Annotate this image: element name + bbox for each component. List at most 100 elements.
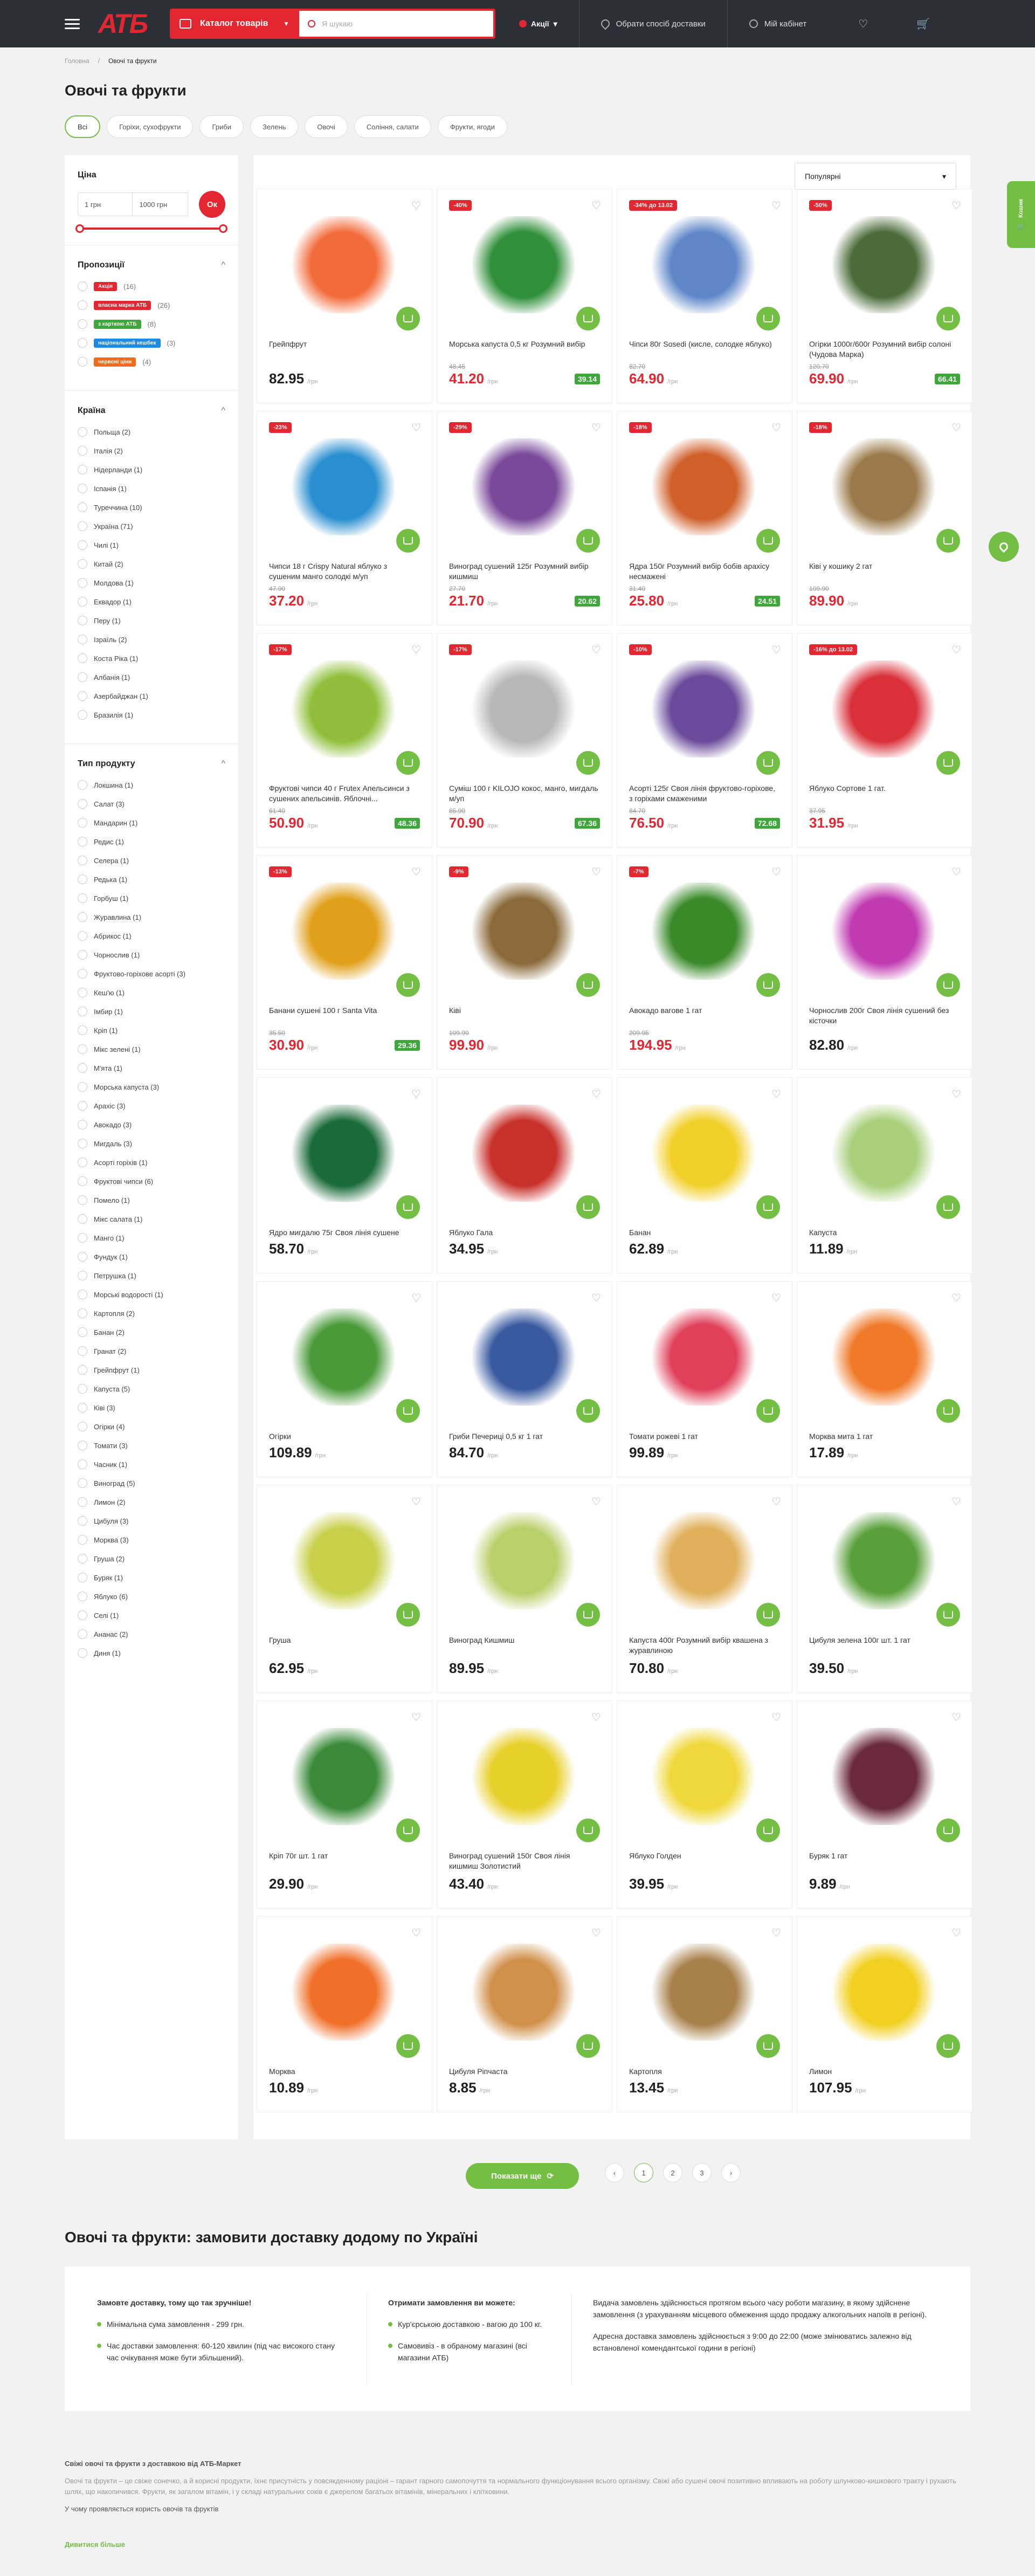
checkbox[interactable] [78, 1176, 87, 1186]
product-type-option[interactable]: Груша (2) [78, 1553, 225, 1564]
product-type-option[interactable]: Помело (1) [78, 1195, 225, 1206]
product-card[interactable]: -17% ♡ Фруктові чипси 40 г Frutex Апельсин… [257, 633, 432, 848]
country-option[interactable]: Нідерланди (1) [78, 464, 225, 475]
country-option[interactable]: Туреччина (10) [78, 502, 225, 513]
favorite-icon[interactable]: ♡ [591, 1291, 601, 1305]
add-to-cart-button[interactable] [576, 529, 600, 553]
checkbox[interactable] [78, 635, 87, 644]
product-card[interactable]: ♡ Томати рожеві 1 гат 99.89/грн [617, 1281, 792, 1477]
product-type-option[interactable]: Авокадо (3) [78, 1119, 225, 1130]
product-type-option[interactable]: Салат (3) [78, 798, 225, 809]
product-name[interactable]: Суміш 100 г KILOJO кокос, манго, мигдаль… [449, 783, 600, 804]
filter-chip[interactable]: Соління, салати [354, 115, 431, 138]
favorite-icon[interactable]: ♡ [411, 865, 421, 879]
favorite-icon[interactable]: ♡ [951, 1495, 961, 1509]
favorite-icon[interactable]: ♡ [951, 1926, 961, 1940]
product-name[interactable]: Ківі [449, 1005, 600, 1016]
favorite-icon[interactable]: ♡ [771, 865, 781, 879]
favorite-icon[interactable]: ♡ [411, 199, 421, 212]
product-type-option[interactable]: Яблуко (6) [78, 1591, 225, 1602]
slider-handle-max[interactable] [219, 224, 227, 233]
checkbox[interactable] [78, 300, 87, 310]
checkbox[interactable] [78, 931, 87, 941]
product-image[interactable] [470, 216, 577, 313]
product-card[interactable]: -9% ♡ Ківі 109.90 99.90/грн [437, 855, 612, 1070]
favorite-icon[interactable]: ♡ [951, 1291, 961, 1305]
add-to-cart-button[interactable] [576, 1195, 600, 1219]
checkbox[interactable] [78, 672, 87, 682]
product-type-option[interactable]: Мікс салата (1) [78, 1214, 225, 1224]
add-to-cart-button[interactable] [576, 1399, 600, 1423]
product-type-option[interactable]: Селі (1) [78, 1610, 225, 1621]
checkbox[interactable] [78, 1252, 87, 1262]
product-type-option[interactable]: Асорті горіхів (1) [78, 1157, 225, 1168]
product-image[interactable] [650, 1308, 757, 1406]
product-card[interactable]: ♡ Виноград сушений 150г Своя лінія кишмиш… [437, 1700, 612, 1909]
product-name[interactable]: Асорті 125г Своя лінія фруктово-горіхове… [629, 783, 780, 804]
add-to-cart-button[interactable] [756, 1195, 780, 1219]
checkbox[interactable] [78, 1365, 87, 1375]
favorite-icon[interactable]: ♡ [411, 1495, 421, 1509]
favorite-icon[interactable]: ♡ [591, 421, 601, 435]
product-name[interactable]: Морква [269, 2067, 420, 2077]
product-card[interactable]: ♡ Грейпфрут 82.95/грн [257, 189, 432, 403]
product-image[interactable] [470, 1105, 577, 1202]
checkbox[interactable] [78, 1459, 87, 1469]
page-button[interactable]: 1 [634, 2163, 653, 2182]
checkbox[interactable] [78, 691, 87, 701]
product-card[interactable]: ♡ Картопля 13.45/грн [617, 1916, 792, 2112]
checkbox[interactable] [78, 856, 87, 865]
checkbox[interactable] [78, 780, 87, 790]
product-name[interactable]: Картопля [629, 2067, 780, 2077]
checkbox[interactable] [78, 1025, 87, 1035]
product-image[interactable] [830, 216, 937, 313]
add-to-cart-button[interactable] [576, 751, 600, 775]
product-name[interactable]: Грейпфрут [269, 339, 420, 349]
product-type-option[interactable]: Огірки (4) [78, 1421, 225, 1432]
offer-option[interactable]: червоні ціни (4) [78, 356, 225, 367]
product-type-option[interactable]: Кеш'ю (1) [78, 987, 225, 998]
add-to-cart-button[interactable] [756, 529, 780, 553]
add-to-cart-button[interactable] [936, 1195, 960, 1219]
add-to-cart-button[interactable] [576, 307, 600, 330]
search-input[interactable]: Я шукаю [299, 9, 495, 39]
product-type-option[interactable]: Імбир (1) [78, 1006, 225, 1017]
product-type-option[interactable]: Буряк (1) [78, 1572, 225, 1583]
product-image[interactable] [289, 1728, 397, 1825]
product-card[interactable]: ♡ Груша 62.95/грн [257, 1485, 432, 1693]
product-card[interactable]: ♡ Капуста 11.89/грн [797, 1077, 972, 1273]
checkbox[interactable] [78, 559, 87, 569]
product-name[interactable]: Буряк 1 гат [809, 1851, 960, 1861]
favorite-icon[interactable]: ♡ [591, 643, 601, 657]
chevron-up-icon[interactable]: ^ [221, 406, 225, 416]
checkbox[interactable] [78, 578, 87, 588]
product-card[interactable]: ♡ Яблуко Гала 34.95/грн [437, 1077, 612, 1273]
product-type-option[interactable]: М'ята (1) [78, 1063, 225, 1073]
product-name[interactable]: Кріп 70г шт. 1 гат [269, 1851, 420, 1861]
product-type-option[interactable]: Морква (3) [78, 1534, 225, 1545]
product-card[interactable]: ♡ Банан 62.89/грн [617, 1077, 792, 1273]
show-more-button[interactable]: Показати ще ⟳ [466, 2163, 579, 2189]
product-type-option[interactable]: Редис (1) [78, 836, 225, 847]
product-image[interactable] [289, 1308, 397, 1406]
add-to-cart-button[interactable] [576, 973, 600, 997]
favorite-icon[interactable]: ♡ [591, 1495, 601, 1509]
product-card[interactable]: ♡ Морква 10.89/грн [257, 1916, 432, 2112]
product-name[interactable]: Яблуко Сортове 1 гат. [809, 783, 960, 794]
product-type-option[interactable]: Мандарин (1) [78, 817, 225, 828]
checkbox[interactable] [78, 338, 87, 348]
checkbox[interactable] [78, 1120, 87, 1129]
checkbox[interactable] [78, 597, 87, 607]
country-option[interactable]: Коста Ріка (1) [78, 653, 225, 664]
add-to-cart-button[interactable] [576, 1603, 600, 1627]
breadcrumb-home[interactable]: Головна [65, 57, 89, 65]
favorite-icon[interactable]: ♡ [411, 1087, 421, 1101]
favorite-icon[interactable]: ♡ [771, 1711, 781, 1724]
checkbox[interactable] [78, 1327, 87, 1337]
product-card[interactable]: ♡ Лимон 107.95/грн [797, 1916, 972, 2112]
checkbox[interactable] [78, 521, 87, 531]
product-card[interactable]: ♡ Буряк 1 гат 9.89/грн [797, 1700, 972, 1909]
product-type-option[interactable]: Морська капуста (3) [78, 1082, 225, 1092]
product-name[interactable]: Банан [629, 1228, 780, 1238]
favorite-icon[interactable]: ♡ [411, 421, 421, 435]
